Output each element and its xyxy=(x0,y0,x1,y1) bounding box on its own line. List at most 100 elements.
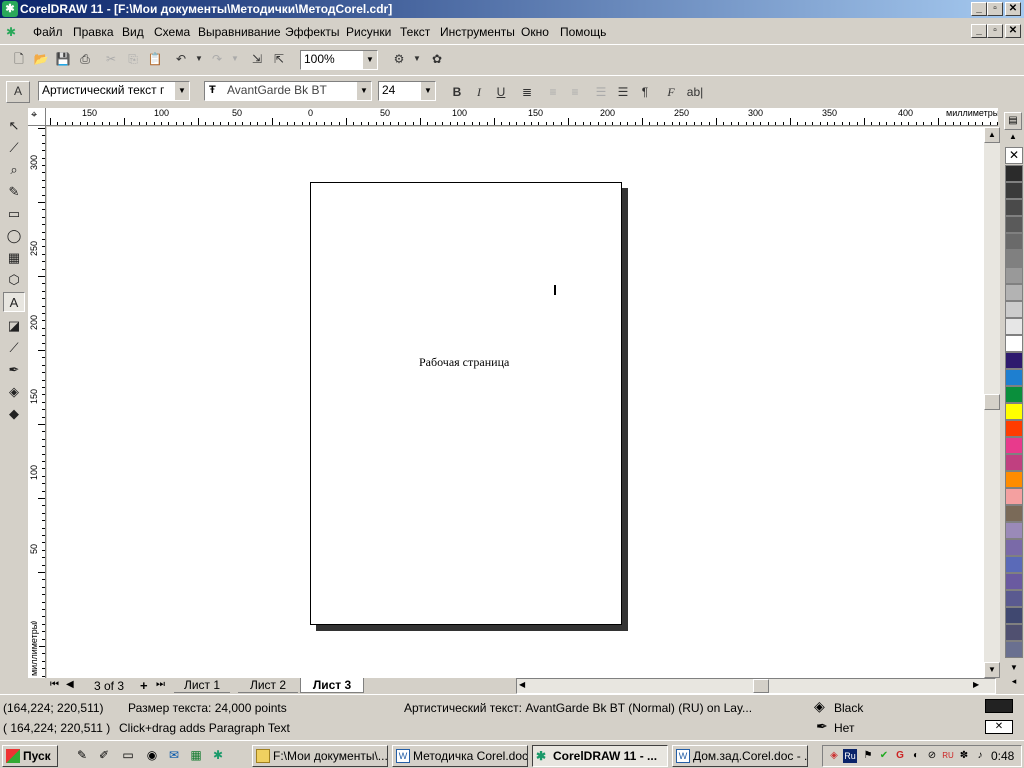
scroll-right-icon[interactable]: ▶ xyxy=(973,680,979,689)
page-tab-2[interactable]: Лист 2 xyxy=(238,678,298,693)
rectangle-tool-icon[interactable]: ▭ xyxy=(3,204,25,224)
color-swatch[interactable] xyxy=(1005,539,1023,556)
task-word-1[interactable]: W Методичка Corel.doc... xyxy=(392,745,528,767)
text-type-combo[interactable]: Артистический текст г ▼ xyxy=(38,81,190,101)
underline-button[interactable]: U xyxy=(492,83,510,101)
tray-icon-8[interactable]: RU xyxy=(941,749,955,763)
scroll-down-icon[interactable]: ▼ xyxy=(984,662,1000,678)
tray-icon-1[interactable]: ◈ xyxy=(827,749,841,763)
vertical-scrollbar[interactable]: ▲ ▼ xyxy=(984,127,1000,678)
bullet-icon[interactable]: ≡ xyxy=(544,83,562,101)
color-swatch[interactable] xyxy=(1005,573,1023,590)
color-swatch[interactable] xyxy=(1005,216,1023,233)
pick-tool-icon[interactable]: ↖ xyxy=(3,116,25,136)
copy-icon[interactable]: ⎘ xyxy=(124,50,142,68)
list-icon[interactable]: ☰ xyxy=(592,83,610,101)
menu-effects[interactable]: Эффекты xyxy=(285,25,340,39)
maximize-button[interactable]: ▫ xyxy=(987,2,1003,16)
minimize-button[interactable]: _ xyxy=(971,2,987,16)
scroll-left-icon[interactable]: ◀ xyxy=(519,680,525,689)
font-size-combo[interactable]: 24 ▼ xyxy=(378,81,436,101)
format-character-button[interactable]: F xyxy=(662,83,680,101)
color-swatch[interactable] xyxy=(1005,624,1023,641)
align-icon[interactable]: ≣ xyxy=(518,83,536,101)
color-swatch[interactable] xyxy=(1005,182,1023,199)
chevron-down-icon[interactable]: ▼ xyxy=(420,82,435,100)
font-name-combo[interactable]: Ŧ AvantGarde Bk BT ▼ xyxy=(204,81,372,101)
doc-minimize-button[interactable]: _ xyxy=(971,24,987,38)
ruler-origin-icon[interactable]: ⌖ xyxy=(28,108,46,126)
menu-layout[interactable]: Схема xyxy=(154,25,190,39)
tray-icon-9[interactable]: ✽ xyxy=(957,749,971,763)
eyedropper-tool-icon[interactable]: ⟋ xyxy=(3,338,25,358)
color-swatch[interactable] xyxy=(1005,488,1023,505)
quicklaunch-icon-1[interactable]: ✎ xyxy=(74,747,90,763)
interactive-fill-tool-icon[interactable]: ◆ xyxy=(3,404,25,424)
task-word-2[interactable]: W Дом.зад.Corel.doc - ... xyxy=(672,745,808,767)
color-swatch[interactable] xyxy=(1005,420,1023,437)
page-tab-1[interactable]: Лист 1 xyxy=(174,678,230,693)
excel-icon[interactable]: ▦ xyxy=(188,747,204,763)
task-explorer[interactable]: F:\Мои документы\... xyxy=(252,745,388,767)
menu-file[interactable]: Файл xyxy=(33,25,63,39)
color-swatch[interactable] xyxy=(1005,369,1023,386)
color-swatch[interactable] xyxy=(1005,199,1023,216)
start-button[interactable]: Пуск xyxy=(2,745,58,767)
application-launcher-icon[interactable]: ⚙ xyxy=(390,50,408,68)
italic-button[interactable]: I xyxy=(470,83,488,101)
zoom-combo[interactable]: 100% ▼ xyxy=(300,50,378,70)
import-icon[interactable]: ⇲ xyxy=(248,50,266,68)
color-swatch[interactable] xyxy=(1005,352,1023,369)
palette-scroll-up-icon[interactable]: ▲ xyxy=(1004,132,1022,142)
save-icon[interactable]: 💾 xyxy=(54,50,72,68)
app-icon[interactable]: ✱ xyxy=(2,1,18,17)
fill-tool-icon[interactable]: ◈ xyxy=(3,382,25,402)
bold-button[interactable]: B xyxy=(448,83,466,101)
menu-text[interactable]: Текст xyxy=(400,25,430,39)
tray-icon-4[interactable]: ✔ xyxy=(877,749,891,763)
outlook-icon[interactable]: ✉ xyxy=(166,747,182,763)
scroll-up-icon[interactable]: ▲ xyxy=(984,127,1000,143)
outline-tool-icon[interactable]: ✒ xyxy=(3,360,25,380)
page-tab-3-active[interactable]: Лист 3 xyxy=(300,678,364,693)
document-page[interactable]: Рабочая страница xyxy=(310,182,622,625)
color-swatch[interactable] xyxy=(1005,386,1023,403)
color-swatch[interactable] xyxy=(1005,250,1023,267)
color-swatch[interactable] xyxy=(1005,165,1023,182)
doc-restore-button[interactable]: ▫ xyxy=(987,24,1003,38)
color-swatch[interactable] xyxy=(1005,522,1023,539)
redo-icon[interactable]: ↷ xyxy=(208,50,226,68)
fill-color-indicator[interactable] xyxy=(985,699,1013,713)
clock[interactable]: 0:48 xyxy=(991,749,1014,763)
palette-scroll-down-icon[interactable]: ▼ xyxy=(1006,663,1022,673)
color-swatch[interactable] xyxy=(1005,335,1023,352)
color-swatch[interactable] xyxy=(1005,505,1023,522)
title-bar[interactable]: ✱ CorelDRAW 11 - [F:\Мои документы\Метод… xyxy=(0,0,1024,18)
language-indicator[interactable]: Ru xyxy=(843,749,857,763)
export-icon[interactable]: ⇱ xyxy=(270,50,288,68)
format-text-button[interactable]: ¶ xyxy=(636,83,654,101)
prev-page-icon[interactable]: ◀ xyxy=(66,679,74,690)
indent-icon[interactable]: ≡ xyxy=(566,83,584,101)
color-swatch[interactable] xyxy=(1005,607,1023,624)
quicklaunch-icon-4[interactable]: ◉ xyxy=(144,747,160,763)
vertical-ruler[interactable]: 300 250 200 150 100 50 0 миллиметры xyxy=(28,126,46,678)
color-swatch[interactable] xyxy=(1005,301,1023,318)
tray-icon-5[interactable]: G xyxy=(893,749,907,763)
task-coreldraw[interactable]: ✱ CorelDRAW 11 - ... xyxy=(532,745,668,767)
scroll-thumb[interactable] xyxy=(984,394,1000,410)
menu-view[interactable]: Вид xyxy=(122,25,144,39)
polygon-tool-icon[interactable]: ▦ xyxy=(3,248,25,268)
color-swatch[interactable] xyxy=(1005,403,1023,420)
menu-tools[interactable]: Инструменты xyxy=(440,25,515,39)
undo-dropdown-icon[interactable]: ▼ xyxy=(190,50,208,68)
palette-expand-icon[interactable]: ◂ xyxy=(1006,676,1022,688)
color-swatch[interactable] xyxy=(1005,454,1023,471)
color-swatch[interactable] xyxy=(1005,556,1023,573)
tray-icon-7[interactable]: ⊘ xyxy=(925,749,939,763)
show-desktop-icon[interactable]: ▭ xyxy=(120,747,136,763)
color-swatch[interactable] xyxy=(1005,267,1023,284)
launcher-dropdown-icon[interactable]: ▼ xyxy=(408,50,426,68)
edit-text-button[interactable]: ab| xyxy=(684,83,706,101)
hscroll-thumb[interactable] xyxy=(753,679,769,693)
